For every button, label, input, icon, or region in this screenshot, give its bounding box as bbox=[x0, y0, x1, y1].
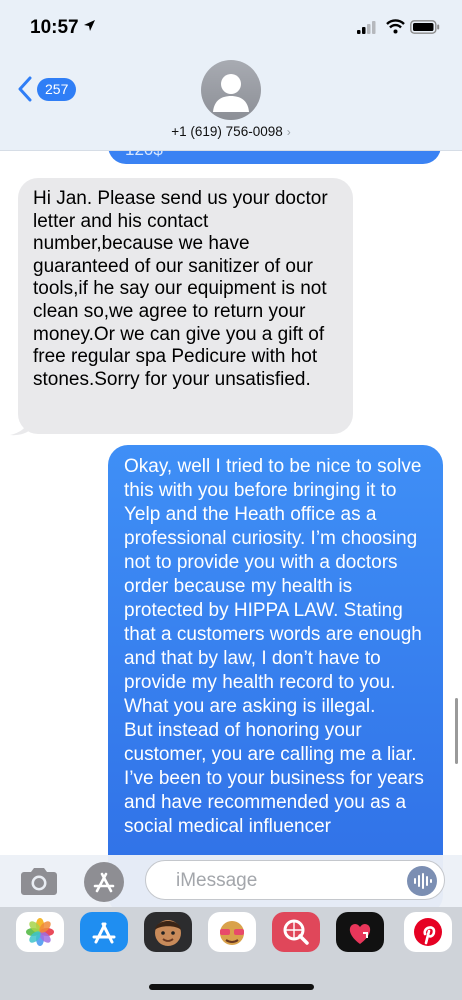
wifi-icon bbox=[386, 19, 405, 34]
back-chevron-icon[interactable] bbox=[17, 76, 33, 102]
scrollbar[interactable] bbox=[455, 698, 458, 764]
digital-touch-app-icon[interactable] bbox=[336, 912, 384, 952]
contact-name-row[interactable]: +1 (619) 756-0098 › bbox=[0, 124, 462, 139]
web-search-app-icon[interactable] bbox=[272, 912, 320, 952]
waveform-icon bbox=[414, 873, 432, 889]
incoming-message-bubble[interactable]: Hi Jan. Please send us your doctor lette… bbox=[18, 178, 353, 434]
animoji-app-icon[interactable] bbox=[208, 912, 256, 952]
outgoing-message-bubble[interactable]: Okay, well I tried to be nice to solve t… bbox=[108, 445, 443, 915]
photos-app-icon[interactable] bbox=[16, 912, 64, 952]
message-input[interactable] bbox=[174, 869, 398, 893]
home-indicator[interactable] bbox=[149, 984, 314, 990]
battery-icon bbox=[410, 20, 440, 34]
app-store-glyph-icon bbox=[93, 872, 115, 893]
status-time: 10:57 bbox=[30, 17, 79, 38]
contact-number[interactable]: +1 (619) 756-0098 bbox=[171, 124, 282, 139]
person-icon bbox=[213, 74, 249, 112]
incoming-bubble-tail bbox=[10, 418, 32, 436]
signal-icon bbox=[357, 21, 376, 34]
memoji-app-icon[interactable] bbox=[144, 912, 192, 952]
apps-button[interactable] bbox=[84, 862, 124, 902]
pinterest-app-icon[interactable] bbox=[404, 912, 452, 952]
message-input-field[interactable] bbox=[145, 860, 445, 900]
unread-count-badge[interactable]: 257 bbox=[37, 78, 77, 101]
camera-icon[interactable] bbox=[20, 866, 58, 896]
contact-chevron-icon: › bbox=[286, 125, 291, 139]
location-arrow-icon bbox=[84, 20, 95, 31]
conversation-header: 10:57 257 +1 (619) 756-0098 › bbox=[0, 0, 462, 151]
app-store-app-icon[interactable] bbox=[80, 912, 128, 952]
audio-message-button[interactable] bbox=[407, 866, 437, 896]
contact-avatar[interactable] bbox=[201, 60, 261, 120]
